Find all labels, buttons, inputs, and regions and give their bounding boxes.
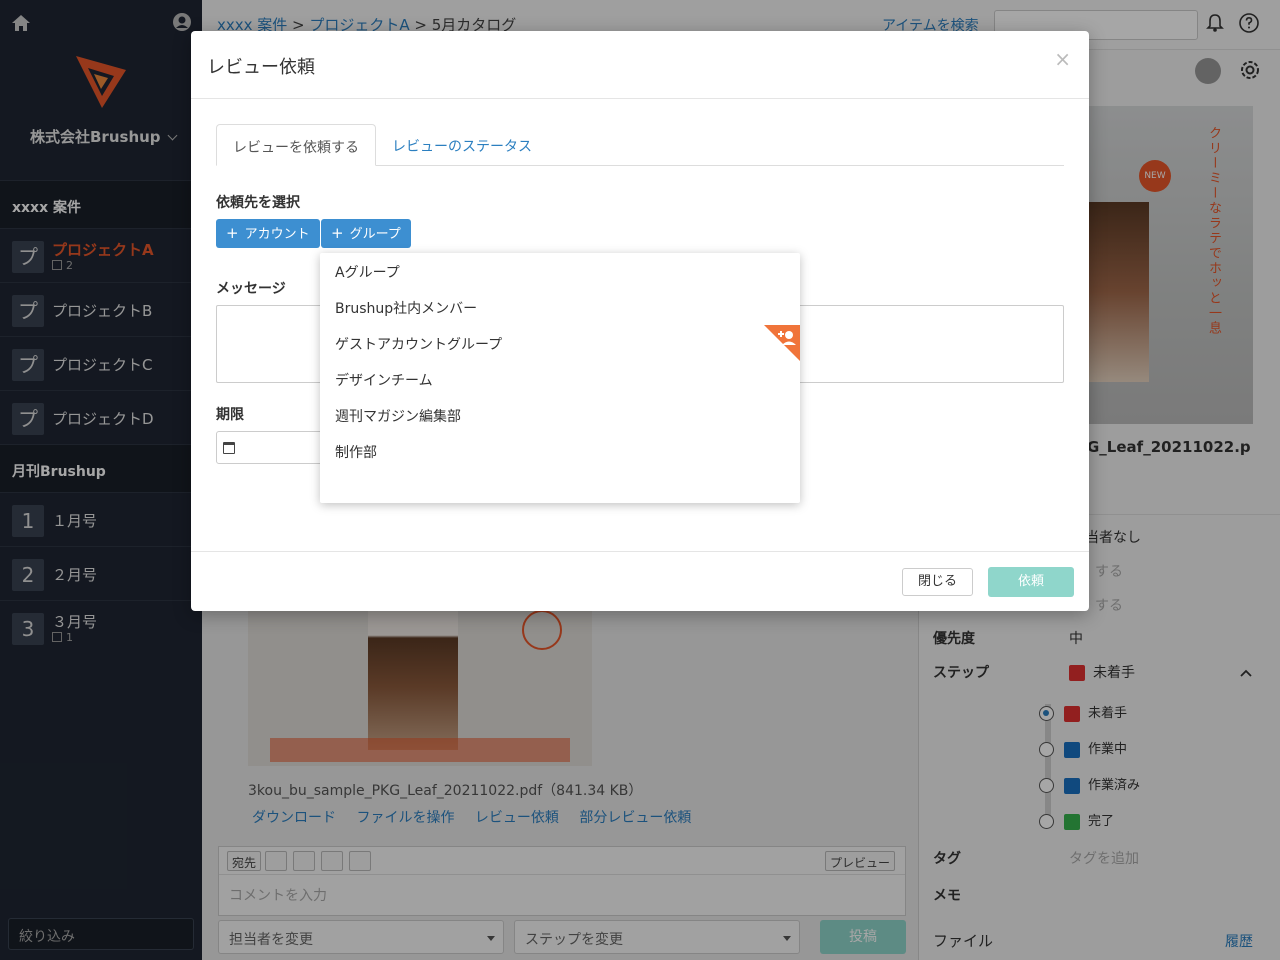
add-member-icon[interactable]	[764, 325, 800, 361]
dialog-tabs: レビューを依頼する レビューのステータス	[216, 124, 1064, 166]
deadline-date-input[interactable]	[216, 431, 326, 464]
dialog-title: レビュー依頼	[207, 57, 315, 78]
group-option[interactable]: 制作部	[335, 442, 377, 462]
add-group-button[interactable]: + グループ	[321, 219, 411, 248]
tab-review-status[interactable]: レビューのステータス	[376, 124, 548, 166]
add-account-button[interactable]: + アカウント	[216, 219, 320, 248]
plus-icon: +	[226, 224, 239, 242]
select-recipient-label: 依頼先を選択	[216, 195, 300, 211]
divider	[191, 98, 1089, 99]
close-icon[interactable]: ×	[1054, 47, 1071, 71]
tab-request-review[interactable]: レビューを依頼する	[216, 124, 376, 166]
submit-request-button[interactable]: 依頼	[988, 567, 1074, 597]
deadline-label: 期限	[216, 407, 244, 423]
group-option[interactable]: Aグループ	[335, 262, 400, 282]
calendar-icon	[223, 442, 235, 454]
group-option[interactable]: 週刊マガジン編集部	[335, 406, 461, 426]
group-option[interactable]: ゲストアカウントグループ	[335, 334, 502, 354]
close-button[interactable]: 閉じる	[902, 568, 973, 596]
button-label: グループ	[349, 227, 401, 242]
group-dropdown: Aグループ Brushup社内メンバー ゲストアカウントグループ デザインチーム…	[320, 253, 800, 503]
message-label: メッセージ	[216, 281, 286, 297]
divider	[191, 551, 1089, 552]
plus-icon: +	[331, 224, 344, 242]
button-label: アカウント	[244, 227, 310, 242]
group-option[interactable]: デザインチーム	[335, 370, 433, 390]
group-option[interactable]: Brushup社内メンバー	[335, 298, 477, 318]
